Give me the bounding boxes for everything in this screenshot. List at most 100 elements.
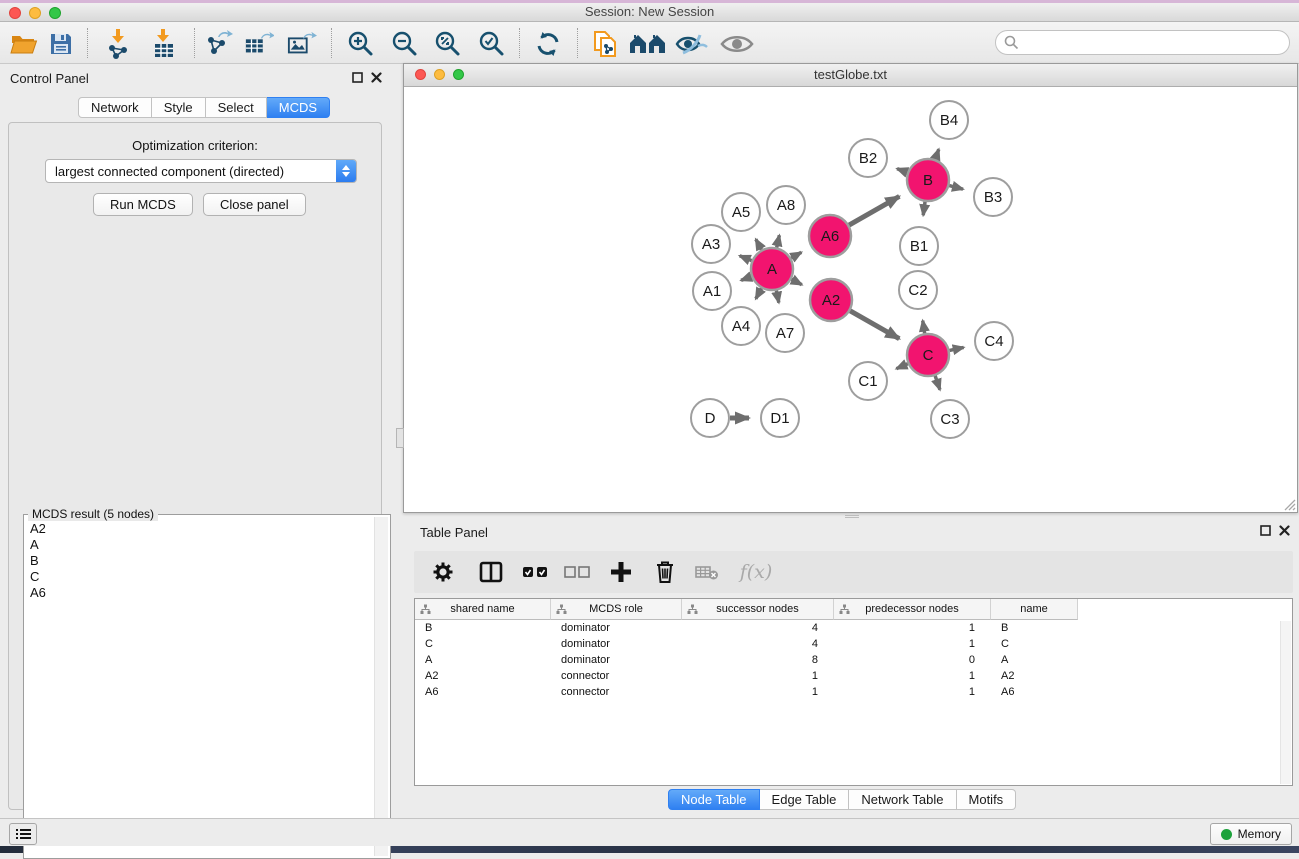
edge-A-A2[interactable] [791,279,801,284]
node-C1[interactable]: C1 [849,362,887,400]
node-A5[interactable]: A5 [722,193,760,231]
edge-A-A1[interactable] [741,277,751,281]
close-window-button[interactable] [9,7,21,19]
node-C2[interactable]: C2 [899,271,937,309]
node-B1[interactable]: B1 [900,227,938,265]
node-D[interactable]: D [691,399,729,437]
resize-grip-icon[interactable] [1282,497,1296,511]
node-table[interactable]: shared nameMCDS rolesuccessor nodesprede… [414,598,1293,786]
splitter-handle-horizontal[interactable] [845,515,859,518]
tab-style[interactable]: Style [152,97,206,118]
refresh-icon[interactable] [533,29,563,59]
search-input[interactable] [1019,35,1289,50]
zoom-window-button[interactable] [49,7,61,19]
zoom-out-icon[interactable] [390,29,420,59]
show-all-icon[interactable] [719,29,755,59]
tab-edge-table[interactable]: Edge Table [760,789,850,810]
network-minimize-button[interactable] [434,69,445,80]
memory-button[interactable]: Memory [1210,823,1292,845]
zoom-selected-icon[interactable] [477,29,507,59]
node-C[interactable]: C [907,334,949,376]
network-graph[interactable]: AA1A2A3A4A5A6A7A8BB1B2B3B4CC1C2C3C4DD1 [404,87,1297,512]
tab-select[interactable]: Select [206,97,267,118]
export-image-icon[interactable] [287,29,317,59]
edge-C-C3[interactable] [935,376,940,390]
edge-B-B3[interactable] [949,186,963,190]
result-item-a2[interactable]: A2 [26,521,372,537]
table-row[interactable]: Adominator80A [415,652,1292,668]
edge-A-A7[interactable] [776,291,778,303]
column-header-shared-name[interactable]: shared name [415,599,551,620]
column-header-name[interactable]: name [991,599,1078,620]
node-C4[interactable]: C4 [975,322,1013,360]
table-row[interactable]: A2connector11A2 [415,668,1292,684]
deselect-all-icon[interactable] [562,557,592,587]
export-table-icon[interactable] [244,29,274,59]
table-close-panel-icon[interactable] [1279,525,1290,536]
zoom-in-icon[interactable] [346,29,376,59]
node-A1[interactable]: A1 [693,272,731,310]
tab-motifs[interactable]: Motifs [957,789,1017,810]
network-window-titlebar[interactable]: testGlobe.txt [404,64,1297,87]
column-header-mcds-role[interactable]: MCDS role [551,599,682,620]
table-float-panel-icon[interactable] [1260,525,1271,536]
edge-C-C1[interactable] [896,364,907,369]
delete-table-icon[interactable] [692,557,722,587]
export-network-icon[interactable] [204,29,234,59]
zoom-fit-icon[interactable] [433,29,463,59]
first-neighbors-icon[interactable] [629,29,667,59]
network-close-button[interactable] [415,69,426,80]
add-column-icon[interactable] [606,557,636,587]
network-zoom-button[interactable] [453,69,464,80]
delete-column-icon[interactable] [650,557,680,587]
table-settings-icon[interactable] [428,557,458,587]
node-B3[interactable]: B3 [974,178,1012,216]
import-table-icon[interactable] [150,29,180,59]
node-A7[interactable]: A7 [766,314,804,352]
float-panel-icon[interactable] [352,72,363,83]
run-mcds-button[interactable]: Run MCDS [93,193,193,216]
import-network-icon[interactable] [103,29,133,59]
open-file-icon[interactable] [9,29,39,59]
task-history-button[interactable] [9,823,37,845]
result-scrollbar[interactable] [374,517,388,856]
close-panel-icon[interactable] [371,72,382,83]
edge-A-A4[interactable] [756,288,762,298]
criterion-dropdown[interactable]: largest connected component (directed) [45,159,357,183]
column-header-predecessor-nodes[interactable]: predecessor nodes [834,599,991,620]
node-A2[interactable]: A2 [810,279,852,321]
edge-B-B1[interactable] [923,202,925,215]
node-A4[interactable]: A4 [722,307,760,345]
edge-A2-C[interactable] [850,311,899,339]
splitter-handle[interactable] [396,428,404,448]
edge-C-C4[interactable] [950,347,964,350]
edge-C-C2[interactable] [923,321,925,334]
tab-network-table[interactable]: Network Table [849,789,956,810]
node-D1[interactable]: D1 [761,399,799,437]
result-item-b[interactable]: B [26,553,372,569]
hide-selected-icon[interactable] [674,29,708,59]
table-row[interactable]: A6connector11A6 [415,684,1292,700]
show-columns-icon[interactable] [476,557,506,587]
edge-A-A6[interactable] [791,252,801,258]
edge-B-B2[interactable] [897,169,907,173]
minimize-window-button[interactable] [29,7,41,19]
node-A8[interactable]: A8 [767,186,805,224]
node-C3[interactable]: C3 [931,400,969,438]
table-row[interactable]: Bdominator41B [415,620,1292,636]
result-item-a[interactable]: A [26,537,372,553]
function-builder-icon[interactable]: f(x) [734,557,778,587]
result-item-a6[interactable]: A6 [26,585,372,601]
tab-network[interactable]: Network [78,97,152,118]
column-header-successor-nodes[interactable]: successor nodes [682,599,834,620]
table-scrollbar[interactable] [1280,621,1291,784]
result-item-c[interactable]: C [26,569,372,585]
search-field[interactable] [995,30,1290,55]
table-row[interactable]: Cdominator41C [415,636,1292,652]
edge-A6-B[interactable] [849,196,899,225]
network-canvas[interactable]: AA1A2A3A4A5A6A7A8BB1B2B3B4CC1C2C3C4DD1 [404,87,1297,512]
edge-A-A8[interactable] [777,235,780,247]
tab-node-table[interactable]: Node Table [668,789,760,810]
save-session-icon[interactable] [46,29,76,59]
edge-A-A3[interactable] [740,256,752,261]
